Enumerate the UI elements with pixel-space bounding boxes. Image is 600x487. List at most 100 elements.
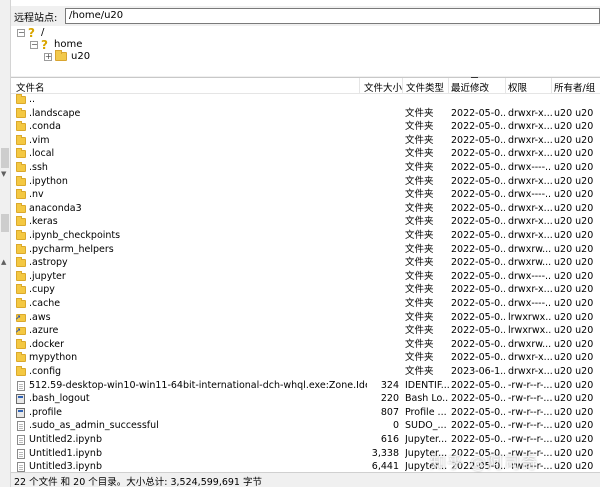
file-permissions: drwxr-x... bbox=[508, 121, 552, 133]
column-header-size[interactable]: 文件大小 bbox=[364, 80, 402, 94]
file-row[interactable]: .astropy 文件夹 2022-05-0... drwxrw... u20 u20 bbox=[11, 256, 600, 270]
column-header-type[interactable]: 文件类型 bbox=[406, 80, 444, 94]
file-owner: u20 u20 bbox=[554, 434, 594, 445]
file-name: .astropy bbox=[29, 257, 68, 269]
file-row[interactable]: .ssh 文件夹 2022-05-0... drwx----... u20 u20 bbox=[11, 161, 600, 175]
file-name: .nv bbox=[29, 189, 44, 201]
file-row[interactable]: .nv 文件夹 2022-05-0... drwx----... u20 u20 bbox=[11, 188, 600, 202]
column-divider[interactable] bbox=[402, 78, 403, 94]
file-row[interactable]: .azure 文件夹 2022-05-0...lrwxrwx...u20 u20 bbox=[11, 324, 600, 338]
column-header-name[interactable]: 文件名 bbox=[16, 80, 45, 94]
file-name: .keras bbox=[29, 216, 58, 228]
file-type: 文件夹 bbox=[405, 134, 434, 146]
scroll-up-icon[interactable]: ▲ bbox=[1, 258, 6, 266]
file-owner: u20 u20 bbox=[554, 270, 594, 282]
file-owner: u20 u20 bbox=[554, 406, 594, 418]
file-modified: 2022-05-0... bbox=[451, 298, 505, 309]
file-row[interactable]: .landscape 文件夹 2022-05-0... drwxr-x... u20 u… bbox=[11, 107, 600, 121]
column-divider[interactable] bbox=[505, 78, 506, 94]
file-row[interactable]: .config 文件夹 2023-06-1... drwxr-x... u20 u20 bbox=[11, 365, 600, 379]
file-name: Untitled3.ipynb bbox=[29, 461, 102, 472]
file-list-header: 文件名 文件大小 文件类型 最近修改 权限 所有者/组 bbox=[11, 78, 600, 94]
file-type: 文件夹 bbox=[405, 189, 434, 201]
tree-node-label: home bbox=[54, 39, 83, 50]
file-row[interactable]: .ipynb_checkpoints 文件夹 2022-05-0... drwxr-x… bbox=[11, 229, 600, 243]
file-row[interactable]: .sudo_as_admin_successful 0 SUDO_... 2022-0… bbox=[11, 419, 600, 433]
file-icon bbox=[17, 448, 25, 459]
file-row[interactable]: .cupy 文件夹 2022-05-0... drwxr-x... u20 u20 bbox=[11, 283, 600, 297]
file-modified: 2022-05-0... bbox=[451, 162, 505, 173]
file-owner: u20 u20 bbox=[554, 189, 594, 201]
file-row[interactable]: .ipython 文件夹 2022-05-0... drwxr-x... u20 u20 bbox=[11, 175, 600, 189]
scrollbar-thumb-2[interactable] bbox=[1, 214, 9, 232]
file-owner: u20 u20 bbox=[554, 298, 594, 309]
watermark: 知乎 @阿司奇 bbox=[430, 453, 539, 472]
folder-icon bbox=[16, 202, 26, 213]
column-header-date[interactable]: 最近修改 bbox=[451, 80, 489, 94]
file-modified: 2022-05-0... bbox=[451, 243, 505, 255]
file-modified: 2022-05-0... bbox=[451, 189, 505, 201]
column-header-permissions[interactable]: 权限 bbox=[508, 80, 527, 94]
file-name: .docker bbox=[29, 338, 64, 350]
file-type: 文件夹 bbox=[405, 298, 434, 309]
file-modified: 2022-05-0... bbox=[451, 121, 505, 133]
folder-icon bbox=[16, 352, 26, 363]
file-row[interactable]: .aws 文件夹 2022-05-0...lrwxrwx...u20 u20 bbox=[11, 311, 600, 325]
file-row[interactable]: .local 文件夹 2022-05-0... drwxr-x... u20 u20 bbox=[11, 147, 600, 161]
file-owner: u20 u20 bbox=[554, 121, 594, 133]
file-modified: 2022-05-0... bbox=[451, 284, 505, 296]
file-row[interactable]: .pycharm_helpers 文件夹 2022-05-0... drwxrw...… bbox=[11, 243, 600, 257]
file-row[interactable]: .vim 文件夹 2022-05-0... drwxr-x... u20 u20 bbox=[11, 134, 600, 148]
file-owner: u20 u20 bbox=[554, 393, 594, 405]
file-row[interactable]: anaconda3 文件夹 2022-05-0... drwxr-x... u20 u2… bbox=[11, 202, 600, 216]
file-modified: 2022-05-0... bbox=[451, 379, 505, 391]
folder-icon bbox=[16, 175, 26, 186]
left-pane-scrollbar[interactable]: ▼ ▲ bbox=[0, 0, 11, 487]
file-row[interactable]: .bash_logout 220 Bash Lo... 2022-05-0... -rw… bbox=[11, 392, 600, 406]
file-name: .config bbox=[29, 366, 62, 377]
expand-icon[interactable]: + bbox=[44, 52, 52, 61]
file-modified: 2022-05-0... bbox=[451, 216, 505, 228]
file-type: 文件夹 bbox=[405, 325, 434, 337]
column-divider[interactable] bbox=[448, 78, 449, 94]
file-row[interactable]: .keras 文件夹 2022-05-0... drwxr-x... u20 u20 bbox=[11, 215, 600, 229]
file-row[interactable]: mypython 文件夹 2022-05-0... drwxr-x... u20 u20 bbox=[11, 351, 600, 365]
folder-icon bbox=[16, 298, 26, 308]
remote-path-input[interactable]: /home/u20 bbox=[65, 8, 600, 24]
file-permissions: drwxr-x... bbox=[508, 134, 552, 146]
file-modified: 2022-05-0... bbox=[451, 134, 505, 146]
tree-node-u20[interactable]: + u20 bbox=[44, 50, 90, 63]
file-row[interactable]: .cache 文件夹 2022-05-0... drwx----... u20 u20 bbox=[11, 297, 600, 311]
file-icon bbox=[17, 462, 25, 472]
file-row[interactable]: .. bbox=[11, 93, 600, 107]
scroll-down-icon[interactable]: ▼ bbox=[1, 170, 6, 178]
scrollbar-thumb[interactable] bbox=[1, 148, 9, 168]
file-row[interactable]: 512.59-desktop-win10-win11-64bit-interna… bbox=[11, 379, 600, 393]
folder-icon bbox=[16, 243, 26, 254]
file-row[interactable]: .docker 文件夹 2022-05-0... drwxrw... u20 u20 bbox=[11, 338, 600, 352]
file-type: 文件夹 bbox=[405, 243, 434, 255]
file-type: 文件夹 bbox=[405, 352, 434, 364]
collapse-icon[interactable]: − bbox=[30, 40, 38, 49]
file-type: 文件夹 bbox=[405, 148, 434, 160]
file-name: mypython bbox=[29, 352, 78, 364]
file-modified: 2022-05-0... bbox=[451, 434, 505, 445]
column-header-owner[interactable]: 所有者/组 bbox=[554, 80, 595, 94]
file-permissions: drwxr-x... bbox=[508, 202, 552, 214]
file-owner: u20 u20 bbox=[554, 366, 594, 377]
file-row[interactable]: .conda 文件夹 2022-05-0... drwxr-x... u20 u20 bbox=[11, 120, 600, 134]
column-divider[interactable] bbox=[359, 78, 360, 94]
file-row[interactable]: .profile 807 Profile ... 2022-05-0... -rw-r-… bbox=[11, 406, 600, 420]
file-permissions: drwxr-x... bbox=[508, 107, 552, 119]
file-owner: u20 u20 bbox=[554, 134, 594, 146]
file-type: Jupyter... bbox=[405, 434, 448, 445]
file-name: .conda bbox=[29, 121, 61, 133]
file-type: 文件夹 bbox=[405, 270, 434, 282]
file-name: .azure bbox=[29, 325, 59, 337]
file-row[interactable]: .jupyter 文件夹 2022-05-0... drwx----... u20 u2… bbox=[11, 270, 600, 284]
file-modified: 2022-05-0... bbox=[451, 148, 505, 160]
file-row[interactable]: Untitled2.ipynb 616 Jupyter... 2022-05-0...… bbox=[11, 433, 600, 447]
column-divider[interactable] bbox=[551, 78, 552, 94]
remote-site-bar: 远程站点: /home/u20 bbox=[11, 6, 600, 26]
collapse-icon[interactable]: − bbox=[17, 28, 25, 37]
